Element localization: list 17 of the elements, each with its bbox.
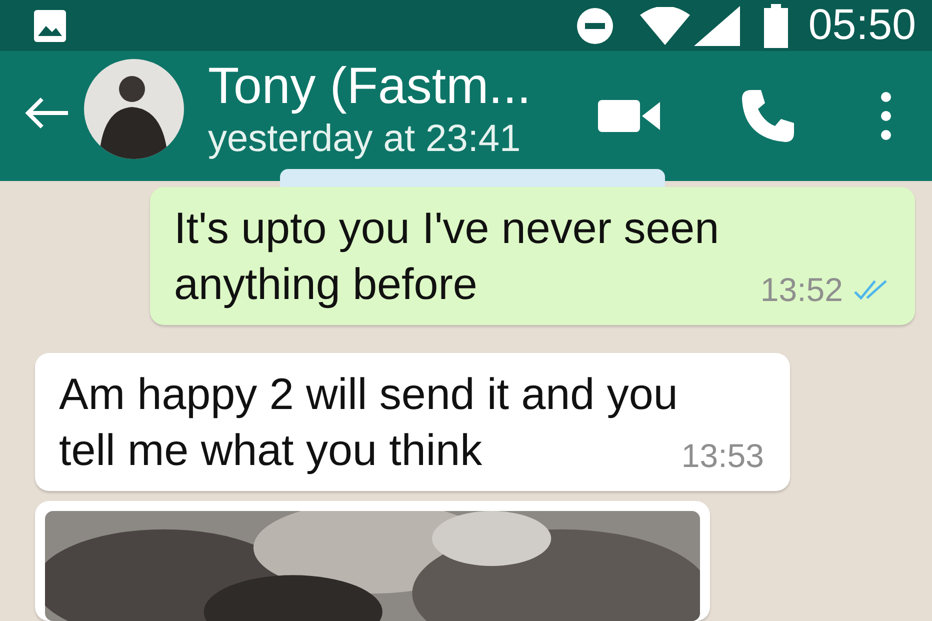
do-not-disturb-icon (576, 6, 614, 45)
received-message-bubble[interactable]: Am happy 2 will send it and you tell me what you think 13:53 (35, 353, 790, 491)
wifi-icon (640, 6, 690, 45)
message-time: 13:52 (760, 271, 843, 309)
phone-icon[interactable] (740, 88, 796, 144)
contact-name[interactable]: Tony (Fastm... (208, 57, 568, 116)
image-icon (32, 8, 68, 44)
message-text: It's upto you I've never seen anything before (174, 203, 720, 311)
signal-icon (694, 6, 740, 46)
last-seen-text: yesterday at 23:41 (208, 117, 522, 162)
battery-icon (764, 4, 788, 48)
clock-time: 05:50 (808, 1, 916, 50)
sent-message-bubble[interactable]: It's upto you I've never seen anything before 13:52 (150, 187, 915, 325)
more-options-icon[interactable] (880, 91, 892, 142)
back-arrow-icon[interactable] (24, 96, 70, 130)
message-text: Am happy 2 will send it and you tell me what you think (59, 369, 679, 477)
message-time: 13:53 (681, 437, 764, 475)
